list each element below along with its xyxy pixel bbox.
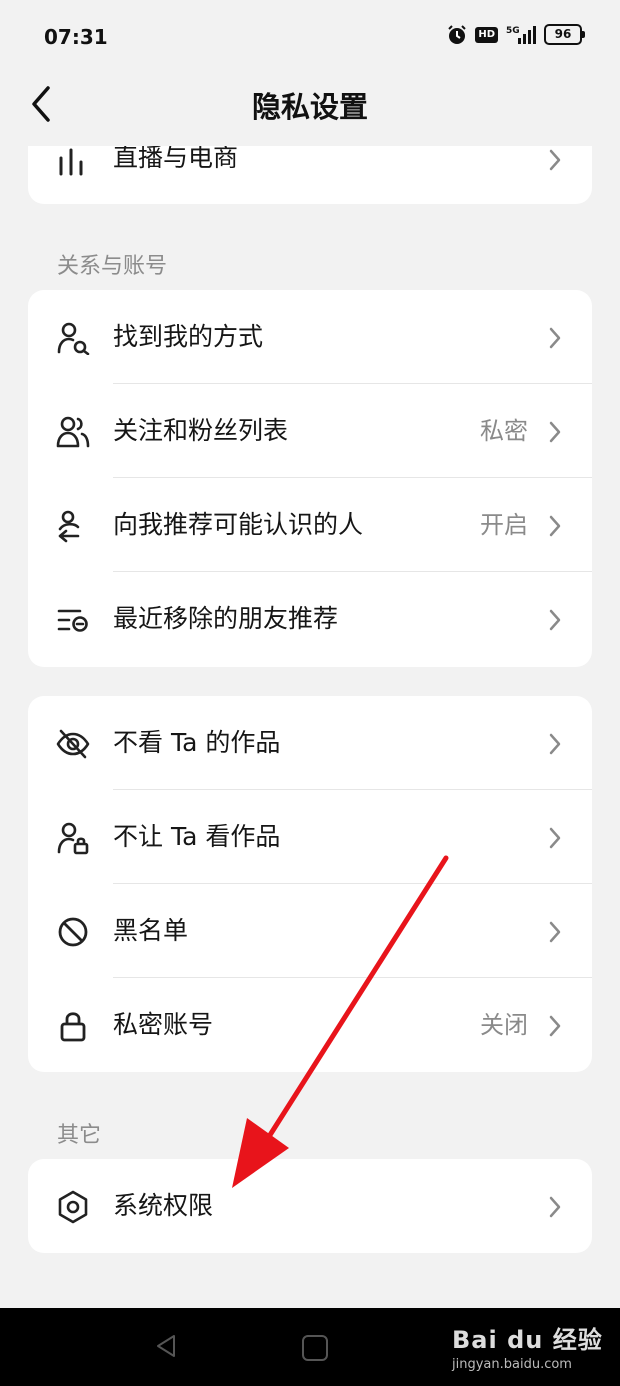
annotation-arrow — [232, 855, 449, 1188]
watermark-brand: Bai du 经验 — [452, 1326, 603, 1354]
baidu-watermark: Bai du 经验 jingyan.baidu.com — [452, 1320, 603, 1372]
nav-back-icon[interactable] — [154, 1333, 178, 1359]
nav-home-button[interactable] — [302, 1335, 328, 1361]
watermark-url: jingyan.baidu.com — [452, 1357, 572, 1372]
system-nav-bar: Bai du 经验 jingyan.baidu.com — [0, 1308, 620, 1386]
